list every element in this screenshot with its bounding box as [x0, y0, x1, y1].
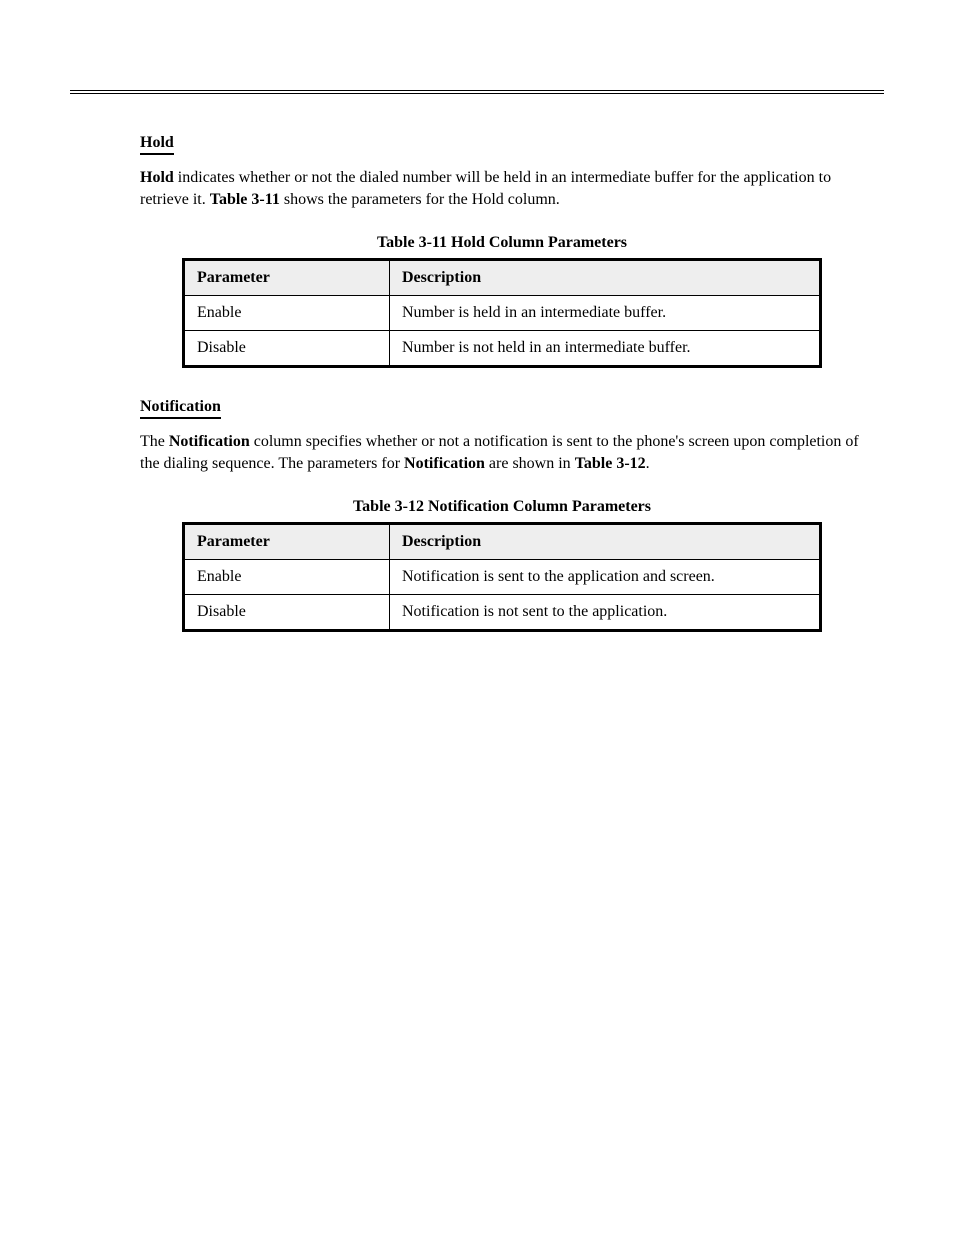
table-caption: Table 3-12 Notification Column Parameter…	[140, 498, 864, 516]
table-header-cell: Parameter	[184, 260, 390, 296]
section: Hold Hold indicates whether or not the di…	[140, 134, 864, 368]
table-cell: Notification is sent to the application …	[390, 560, 821, 595]
table-row: EnableNumber is held in an intermediate …	[184, 296, 821, 331]
data-table: ParameterDescriptionEnableNumber is held…	[182, 258, 822, 368]
table-cell: Number is not held in an intermediate bu…	[390, 331, 821, 367]
section: Notification The Notification column spec…	[140, 398, 864, 632]
table-cell: Disable	[184, 595, 390, 631]
top-rule	[70, 90, 884, 94]
table-cell: Enable	[184, 296, 390, 331]
data-table: ParameterDescriptionEnableNotification i…	[182, 522, 822, 632]
table-header-cell: Description	[390, 524, 821, 560]
table-cell: Number is held in an intermediate buffer…	[390, 296, 821, 331]
table-row: DisableNotification is not sent to the a…	[184, 595, 821, 631]
section-paragraph: The Notification column specifies whethe…	[140, 431, 864, 474]
table-row: EnableNotification is sent to the applic…	[184, 560, 821, 595]
table-cell: Disable	[184, 331, 390, 367]
table-header-cell: Parameter	[184, 524, 390, 560]
table-header-cell: Description	[390, 260, 821, 296]
page: Hold Hold indicates whether or not the di…	[0, 0, 954, 1235]
table-row: DisableNumber is not held in an intermed…	[184, 331, 821, 367]
table-caption: Table 3-11 Hold Column Parameters	[140, 234, 864, 252]
table-cell: Enable	[184, 560, 390, 595]
table-cell: Notification is not sent to the applicat…	[390, 595, 821, 631]
section-heading: Notification	[140, 398, 221, 419]
section-paragraph: Hold indicates whether or not the dialed…	[140, 167, 864, 210]
section-heading: Hold	[140, 134, 174, 155]
